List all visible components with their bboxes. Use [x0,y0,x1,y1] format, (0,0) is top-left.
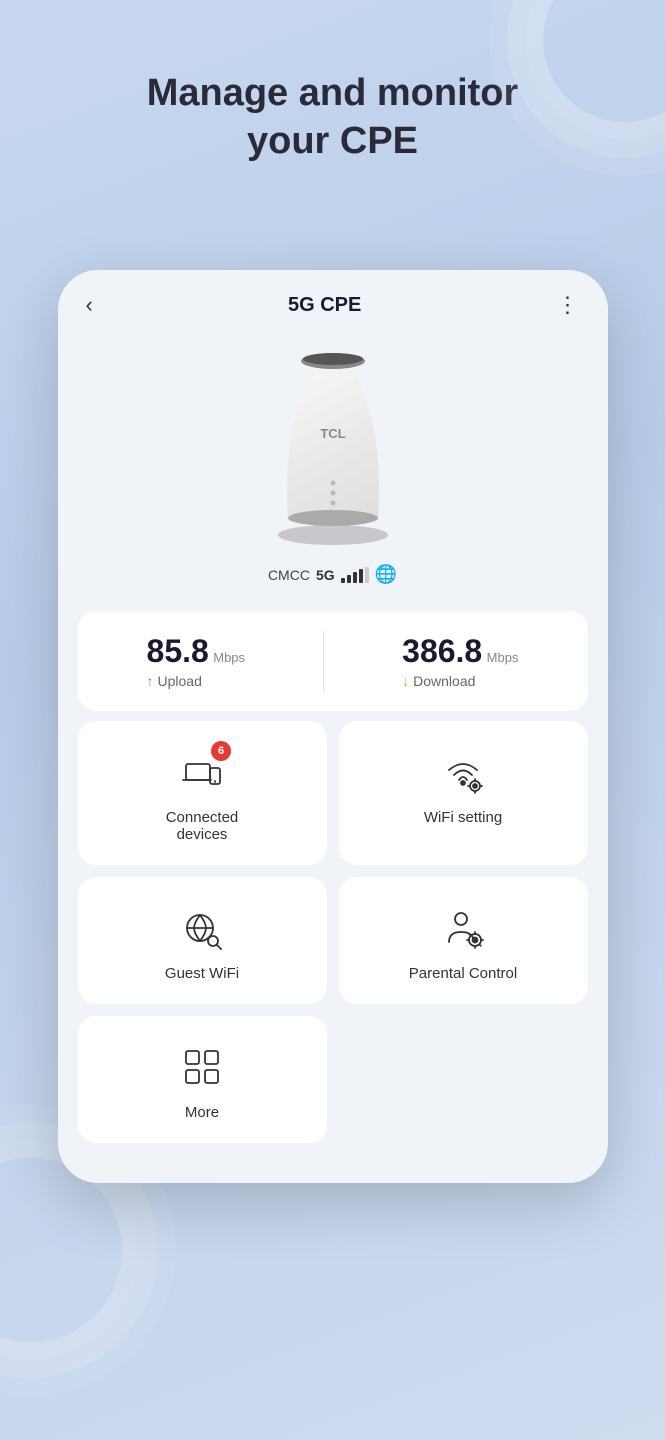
more-row: More [78,1016,588,1143]
back-button[interactable]: ‹ [86,292,93,318]
more-icon-wrapper [177,1042,227,1092]
phone-mockup: ‹ 5G CPE ⋮ [58,270,608,1183]
more-row-placeholder [339,1016,588,1143]
network-type-label: 5G [316,567,335,583]
signal-bar-1 [341,578,345,583]
upload-speed: 85.8 Mbps ↑ Upload [147,633,246,689]
download-arrow-icon: ↓ [402,673,409,689]
wifi-setting-card[interactable]: WiFi setting [339,721,588,865]
connected-devices-card[interactable]: 6 Connected devices [78,721,327,865]
signal-bar-5 [365,567,369,583]
download-unit: Mbps [487,650,519,665]
parental-control-icon-wrapper [438,903,488,953]
speed-divider [323,631,324,691]
phone-header: ‹ 5G CPE ⋮ [58,270,608,328]
guest-wifi-label: Guest WiFi [165,965,239,982]
guest-wifi-icon-wrapper [177,903,227,953]
parental-control-card[interactable]: Parental Control [339,877,588,1004]
grid-icon [180,1045,224,1089]
more-menu-button[interactable]: ⋮ [557,292,580,318]
network-status-bar: CMCC 5G 🌐 [268,564,397,585]
svg-text:TCL: TCL [320,426,345,441]
connected-devices-badge: 6 [211,741,231,761]
feature-grid: 6 Connected devices [78,721,588,1004]
upload-label: ↑ Upload [147,673,202,689]
signal-bars [341,567,369,583]
guest-wifi-card[interactable]: Guest WiFi [78,877,327,1004]
upload-arrow-icon: ↑ [147,673,154,689]
more-label: More [185,1104,219,1121]
download-speed: 386.8 Mbps ↓ Download [402,633,518,689]
signal-bar-3 [353,572,357,583]
globe-search-icon [180,906,224,950]
more-card[interactable]: More [78,1016,327,1143]
signal-bar-2 [347,575,351,583]
parental-control-label: Parental Control [409,965,517,982]
connected-devices-label: Connected devices [166,809,239,843]
parental-icon [441,906,485,950]
signal-bar-4 [359,569,363,583]
wifi-setting-label: WiFi setting [424,809,502,826]
router-area: TCL CMCC 5G 🌐 [58,328,608,601]
wifi-settings-icon [441,750,485,794]
upload-unit: Mbps [213,650,245,665]
router-image: TCL [243,338,423,558]
connected-devices-icon-wrapper: 6 [177,747,227,797]
globe-icon: 🌐 [375,564,397,585]
download-value: 386.8 [402,633,482,669]
speed-card: 85.8 Mbps ↑ Upload 386.8 Mbps ↓ Download [78,611,588,711]
download-label: ↓ Download [402,673,475,689]
wifi-settings-icon-wrapper [438,747,488,797]
operator-label: CMCC [268,567,310,583]
upload-value: 85.8 [147,633,209,669]
screen-title: 5G CPE [288,294,361,317]
